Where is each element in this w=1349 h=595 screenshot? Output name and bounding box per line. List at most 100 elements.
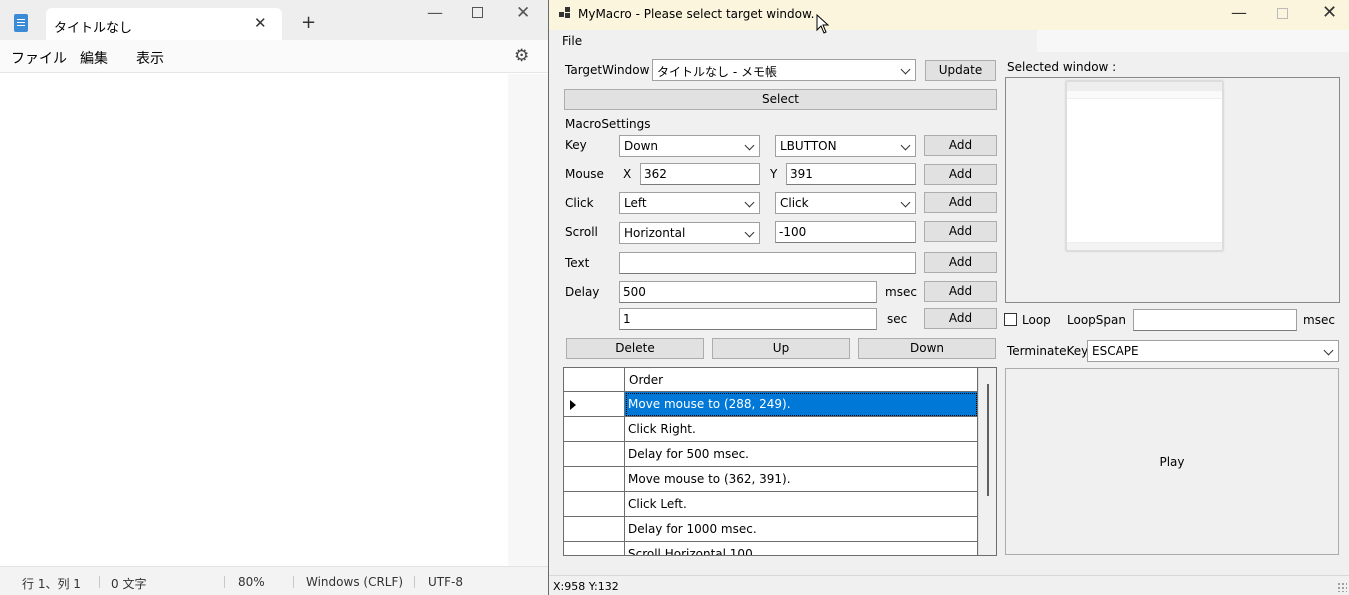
loopspan-unit: msec bbox=[1303, 313, 1335, 327]
notepad-maximize-button[interactable] bbox=[472, 7, 483, 18]
add-click-button[interactable]: Add bbox=[924, 192, 997, 213]
update-button[interactable]: Update bbox=[925, 60, 996, 81]
delay-sec-input[interactable]: 1 bbox=[619, 308, 877, 330]
menu-file[interactable]: ファイル bbox=[11, 48, 67, 68]
key-label: Key bbox=[565, 138, 587, 152]
chevron-down-icon bbox=[900, 64, 911, 75]
add-delay-sec-button[interactable]: Add bbox=[924, 308, 997, 329]
delay-msec-input[interactable]: 500 bbox=[619, 281, 877, 303]
preview-thumbnail bbox=[1066, 81, 1223, 251]
mymacro-window: MyMacro - Please select target window. —… bbox=[548, 0, 1349, 595]
table-row[interactable]: Click Right. bbox=[625, 417, 978, 442]
status-encoding: UTF-8 bbox=[428, 575, 463, 589]
grid-row-header[interactable] bbox=[564, 492, 625, 517]
click-action-combo[interactable]: Click bbox=[775, 192, 916, 214]
loopspan-label: LoopSpan bbox=[1067, 313, 1126, 327]
grid-row-header[interactable] bbox=[564, 542, 625, 555]
mouse-y-label: Y bbox=[770, 167, 778, 181]
window-title: MyMacro - Please select target window. bbox=[578, 7, 815, 21]
grid-row-header[interactable] bbox=[564, 517, 625, 542]
add-delay-msec-button[interactable]: Add bbox=[924, 281, 997, 302]
preview-menubar bbox=[1067, 91, 1222, 99]
delay-label: Delay bbox=[565, 285, 600, 299]
menu-edit[interactable]: 編集 bbox=[80, 48, 108, 68]
resize-grip-icon[interactable] bbox=[1337, 582, 1347, 592]
table-row[interactable]: Move mouse to (362, 391). bbox=[625, 467, 978, 492]
mouse-x-input[interactable]: 362 bbox=[640, 163, 760, 185]
scroll-amount-input[interactable]: -100 bbox=[775, 221, 916, 243]
menu-file[interactable]: File bbox=[562, 34, 582, 48]
mouse-y-input[interactable]: 391 bbox=[786, 163, 916, 185]
notepad-menubar: ファイル 編集 表示 ⚙ bbox=[0, 40, 548, 73]
add-scroll-button[interactable]: Add bbox=[924, 221, 997, 242]
notepad-tab[interactable]: タイトルなし ✕ bbox=[46, 8, 282, 40]
scrollbar-thumb[interactable] bbox=[987, 384, 989, 496]
delay-msec-value: 500 bbox=[623, 285, 646, 299]
terminate-key-combo[interactable]: ESCAPE bbox=[1087, 340, 1339, 362]
scroll-amount-value: -100 bbox=[779, 225, 807, 239]
notepad-close-button[interactable]: ✕ bbox=[516, 3, 530, 23]
add-text-button[interactable]: Add bbox=[924, 252, 997, 273]
table-row[interactable]: Move mouse to (288, 249). bbox=[625, 392, 978, 417]
maximize-button[interactable] bbox=[1277, 8, 1288, 19]
add-key-button[interactable]: Add bbox=[924, 135, 997, 156]
table-cell: Move mouse to (288, 249). bbox=[628, 397, 791, 411]
loop-checkbox[interactable] bbox=[1004, 313, 1017, 326]
grid-vertical-scrollbar[interactable] bbox=[978, 368, 996, 555]
select-button[interactable]: Select bbox=[564, 89, 997, 110]
new-tab-icon[interactable]: + bbox=[301, 12, 316, 33]
chevron-down-icon bbox=[900, 140, 911, 151]
target-window-combo[interactable]: タイトルなし - メモ帳 bbox=[652, 59, 916, 81]
delete-button[interactable]: Delete bbox=[566, 338, 704, 359]
notepad-editor[interactable] bbox=[0, 74, 508, 566]
loopspan-input[interactable] bbox=[1133, 309, 1297, 331]
macro-app-icon bbox=[559, 7, 571, 19]
grid-row-header[interactable] bbox=[564, 442, 625, 467]
click-action-value: Click bbox=[780, 196, 809, 210]
notepad-minimize-button[interactable]: — bbox=[427, 3, 443, 22]
mouse-y-value: 391 bbox=[790, 167, 813, 181]
chevron-down-icon bbox=[744, 227, 755, 238]
mouse-x-value: 362 bbox=[644, 167, 667, 181]
key-code-value: LBUTTON bbox=[780, 139, 837, 153]
table-cell: Click Left. bbox=[628, 497, 687, 511]
key-action-combo[interactable]: Down bbox=[619, 135, 760, 157]
mymacro-menubar: File bbox=[549, 30, 1349, 52]
grid-row-header[interactable] bbox=[564, 467, 625, 492]
up-button[interactable]: Up bbox=[712, 338, 850, 359]
menu-view[interactable]: 表示 bbox=[136, 48, 164, 68]
play-button[interactable]: Play bbox=[1005, 368, 1339, 555]
table-row[interactable]: Delay for 500 msec. bbox=[625, 442, 978, 467]
table-row[interactable]: Delay for 1000 msec. bbox=[625, 517, 978, 542]
notepad-scroll-area[interactable] bbox=[508, 74, 548, 566]
add-mouse-button[interactable]: Add bbox=[924, 164, 997, 185]
scroll-label: Scroll bbox=[565, 225, 598, 239]
click-button-combo[interactable]: Left bbox=[619, 192, 760, 214]
grid-column-header-order[interactable]: Order bbox=[625, 368, 978, 392]
down-button[interactable]: Down bbox=[858, 338, 996, 359]
close-button[interactable]: ✕ bbox=[1322, 2, 1337, 23]
mouse-x-label: X bbox=[623, 167, 632, 181]
table-cell: Scroll Horizontal 100. bbox=[628, 547, 757, 556]
menubar-area bbox=[1037, 30, 1349, 52]
table-cell: Delay for 500 msec. bbox=[628, 447, 749, 461]
table-row[interactable]: Click Left. bbox=[625, 492, 978, 517]
grid-row-header[interactable] bbox=[564, 417, 625, 442]
table-row[interactable]: Scroll Horizontal 100. bbox=[625, 542, 978, 556]
selected-window-preview bbox=[1005, 77, 1340, 303]
settings-gear-icon[interactable]: ⚙ bbox=[514, 46, 529, 66]
target-window-value: タイトルなし - メモ帳 bbox=[657, 65, 777, 79]
scroll-direction-combo[interactable]: Horizontal bbox=[619, 222, 760, 244]
minimize-button[interactable]: — bbox=[1231, 3, 1247, 22]
table-cell: Click Right. bbox=[628, 422, 696, 436]
key-code-combo[interactable]: LBUTTON bbox=[775, 135, 916, 157]
tab-close-icon[interactable]: ✕ bbox=[254, 14, 267, 32]
notepad-app-icon bbox=[14, 14, 28, 32]
text-input[interactable] bbox=[619, 252, 916, 274]
status-position: 行 1、列 1 bbox=[22, 577, 81, 591]
terminate-key-value: ESCAPE bbox=[1092, 344, 1139, 358]
grid-row-header[interactable] bbox=[564, 392, 625, 417]
notepad-titlebar: タイトルなし ✕ + — ✕ bbox=[0, 0, 548, 40]
macro-order-grid[interactable]: Order Move mouse to (288, 249). Click Ri… bbox=[563, 367, 997, 556]
notepad-statusbar: 行 1、列 1 0 文字 80% Windows (CRLF) UTF-8 bbox=[0, 566, 548, 595]
